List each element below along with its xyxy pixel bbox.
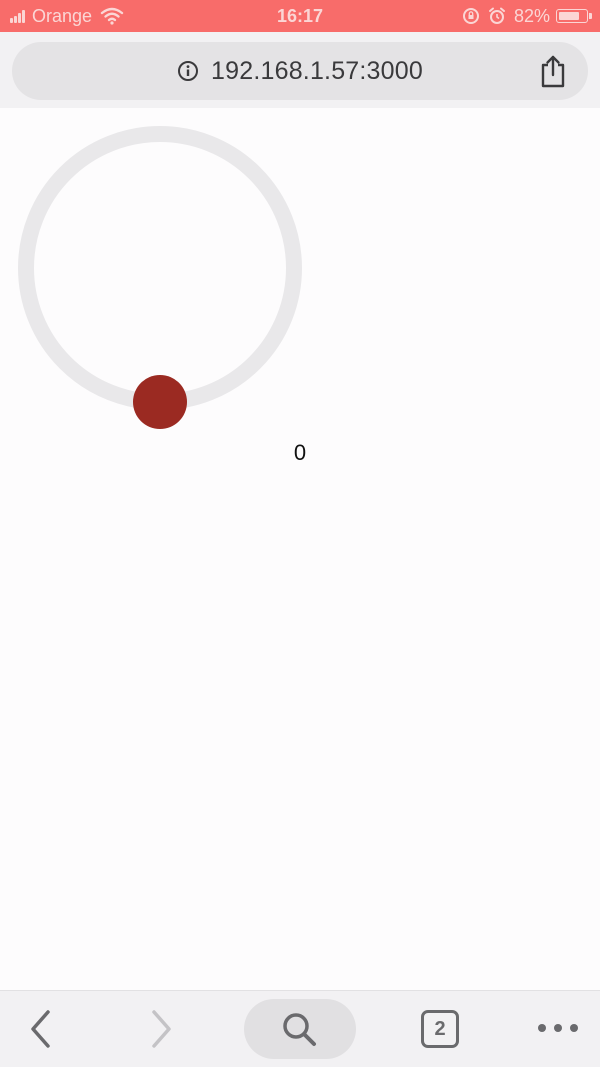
tabs-button[interactable]: 2 — [421, 1010, 459, 1048]
browser-top-chrome: 192.168.1.57:3000 — [0, 32, 600, 108]
forward-button[interactable] — [142, 1009, 178, 1049]
slider-value: 0 — [293, 440, 307, 465]
address-bar[interactable]: 192.168.1.57:3000 — [12, 42, 588, 100]
back-button[interactable] — [24, 1009, 60, 1049]
search-button[interactable] — [244, 999, 356, 1059]
status-bar: Orange 16:17 82% — [0, 0, 600, 32]
battery-icon — [556, 9, 592, 23]
more-button[interactable] — [536, 1017, 580, 1039]
chevron-left-icon — [31, 1010, 50, 1048]
rotation-lock-icon — [462, 8, 479, 24]
info-icon[interactable] — [177, 60, 199, 82]
browser-toolbar: 2 — [0, 990, 600, 1067]
page-content: 0 — [0, 108, 600, 990]
url-text[interactable]: 192.168.1.57:3000 — [211, 57, 423, 86]
chevron-right-icon — [152, 1010, 171, 1048]
status-right: 82% — [462, 5, 592, 26]
share-icon[interactable] — [538, 54, 568, 88]
slider-track[interactable] — [18, 126, 302, 410]
slider-knob[interactable] — [133, 375, 187, 429]
search-icon — [283, 1013, 316, 1046]
battery-percent: 82% — [513, 5, 550, 26]
alarm-icon — [488, 7, 505, 24]
battery-fill — [559, 12, 579, 20]
more-icon — [538, 1024, 578, 1032]
circular-slider[interactable] — [0, 108, 320, 448]
